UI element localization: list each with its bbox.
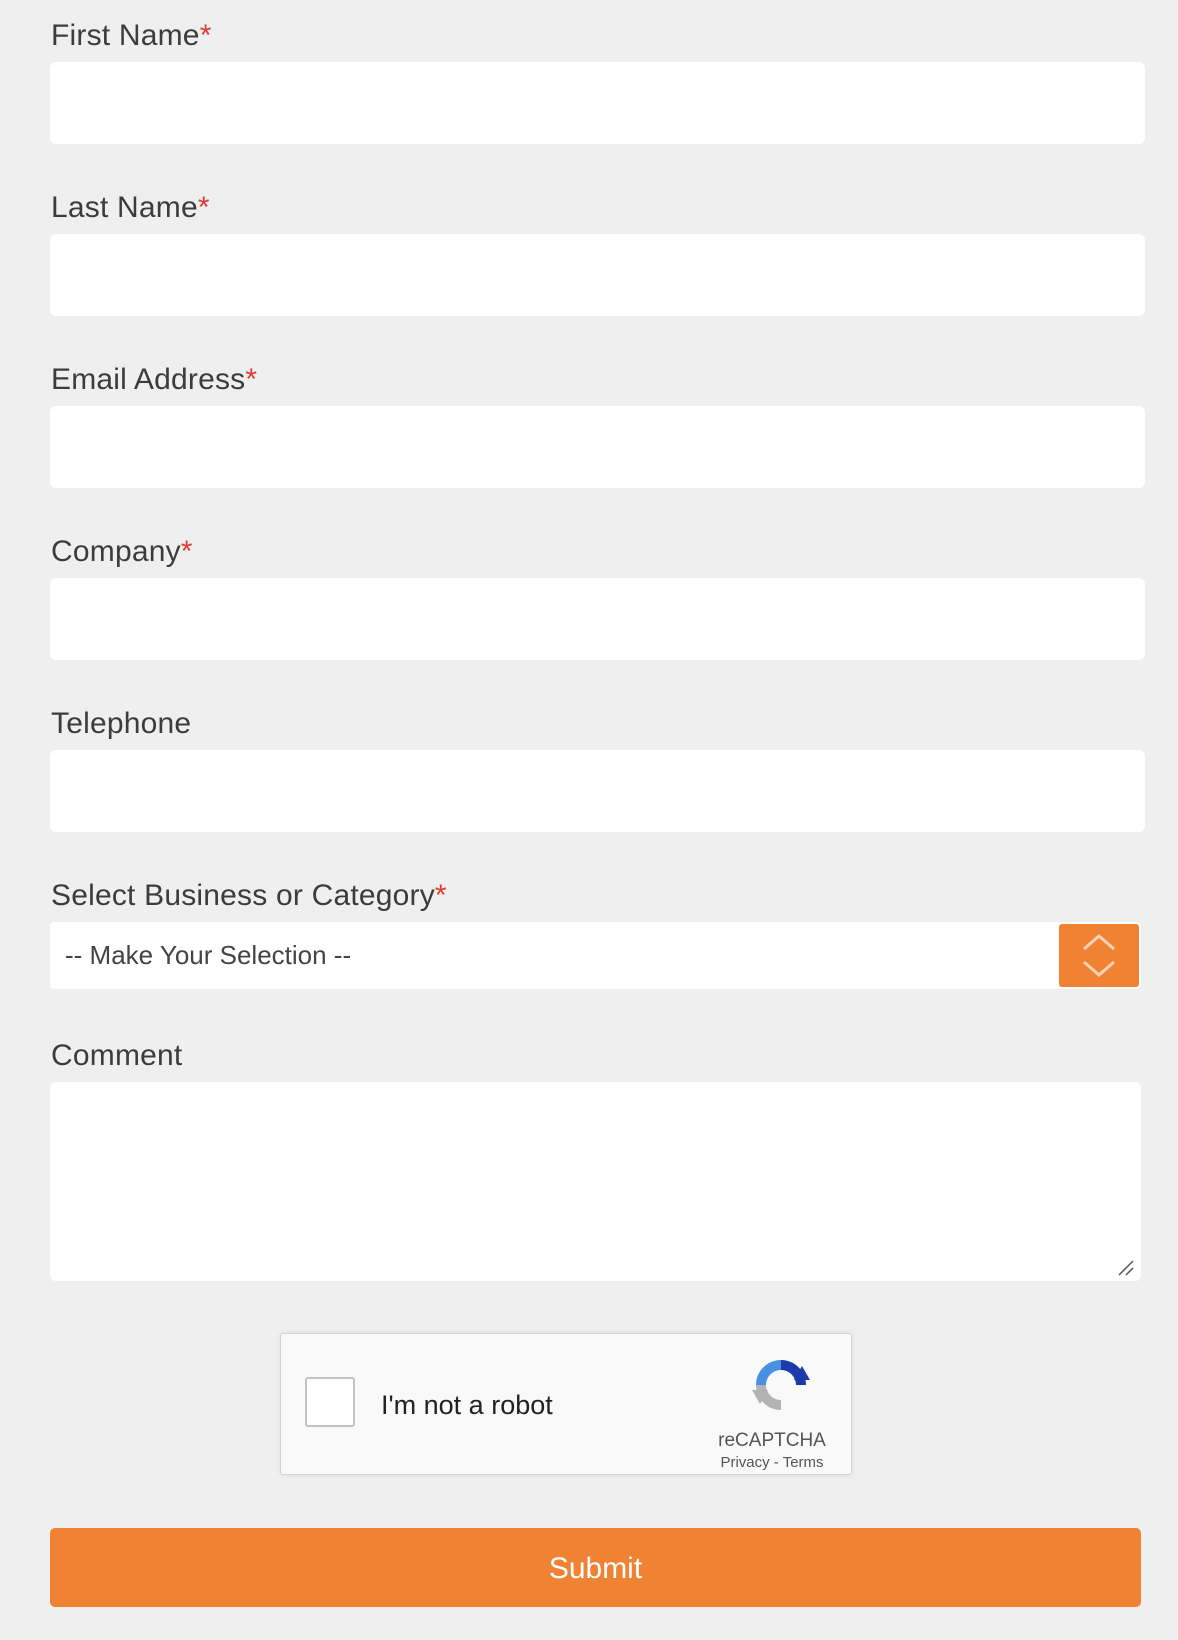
telephone-label: Telephone [51, 707, 192, 740]
required-mark: * [199, 19, 212, 52]
recaptcha-privacy-link[interactable]: Privacy [720, 1454, 769, 1471]
business-category-label: Select Business or Category* [51, 879, 447, 912]
recaptcha-widget: I'm not a robot reCAPTCHA Privacy - Term… [280, 1333, 852, 1475]
recaptcha-terms-link[interactable]: Terms [783, 1454, 824, 1471]
first-name-label: First Name* [51, 19, 212, 52]
recaptcha-label: I'm not a robot [381, 1390, 553, 1420]
email-label: Email Address* [51, 363, 258, 396]
required-mark: * [197, 191, 210, 224]
recaptcha-links: Privacy - Terms [707, 1454, 837, 1471]
select-toggle-button[interactable] [1059, 924, 1139, 987]
recaptcha-checkbox[interactable] [305, 1377, 355, 1427]
link-separator: - [769, 1454, 783, 1471]
last-name-input[interactable] [50, 234, 1145, 316]
contact-form: First Name* Last Name* Email Address* Co… [0, 0, 1178, 1640]
required-mark: * [180, 535, 193, 568]
business-category-select[interactable]: -- Make Your Selection -- [50, 922, 1141, 989]
email-input[interactable] [50, 406, 1145, 488]
submit-button[interactable]: Submit [50, 1528, 1141, 1607]
recaptcha-logo-icon [752, 1360, 810, 1410]
first-name-input[interactable] [50, 62, 1145, 144]
required-mark: * [245, 363, 258, 396]
comment-label: Comment [51, 1039, 183, 1072]
recaptcha-brand: reCAPTCHA [718, 1430, 826, 1451]
resize-handle-icon[interactable] [1117, 1259, 1135, 1277]
last-name-label: Last Name* [51, 191, 210, 224]
chevron-up-down-icon [1083, 934, 1115, 977]
company-label: Company* [51, 535, 193, 568]
required-mark: * [434, 879, 447, 912]
select-value: -- Make Your Selection -- [65, 940, 352, 970]
company-input[interactable] [50, 578, 1145, 660]
comment-textarea[interactable] [50, 1082, 1141, 1281]
telephone-input[interactable] [50, 750, 1145, 832]
